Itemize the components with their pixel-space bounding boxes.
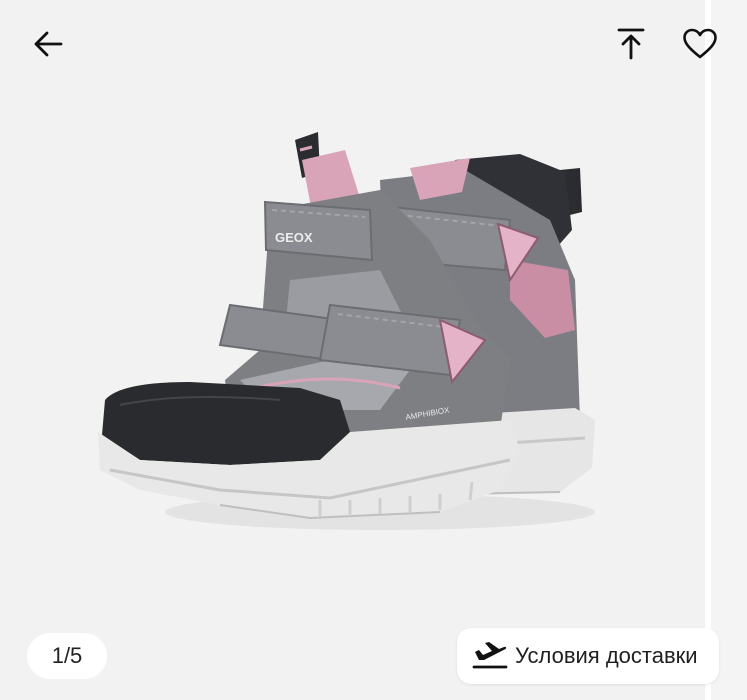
back-button[interactable]: [26, 22, 70, 66]
delivery-terms-label: Условия доставки: [515, 643, 698, 668]
product-photo[interactable]: GEOX AMPHIBIOX: [80, 120, 620, 540]
next-image-preview[interactable]: [711, 0, 747, 700]
front-boot-upper-strap: GEOX: [263, 200, 374, 262]
arrow-left-icon: [34, 31, 63, 57]
product-image-viewer: GEOX AMPHIBIOX: [0, 0, 747, 700]
heart-outline-icon: [683, 28, 717, 59]
share-upload-icon: [617, 28, 645, 60]
image-counter: 1/5: [27, 633, 107, 679]
airplane-takeoff-icon: [471, 640, 509, 672]
favorite-button[interactable]: [678, 22, 722, 66]
share-button[interactable]: [609, 22, 653, 66]
delivery-terms-button[interactable]: Условия доставки: [457, 628, 719, 684]
svg-text:GEOX: GEOX: [275, 230, 313, 245]
